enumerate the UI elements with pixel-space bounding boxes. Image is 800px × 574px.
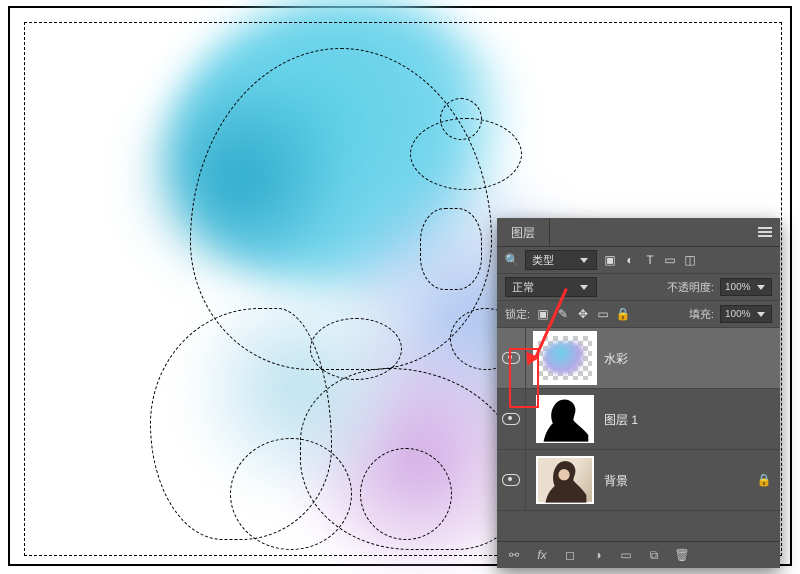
layer-row[interactable]: 图层 1 xyxy=(497,389,780,450)
lock-transparent-icon[interactable]: ▣ xyxy=(536,307,550,321)
panel-footer: ⚯ fx ◻ ◑ ▭ ⧉ 🗑 xyxy=(497,541,780,568)
tab-layers[interactable]: 图层 xyxy=(497,218,550,246)
panel-menu-icon[interactable] xyxy=(758,227,772,237)
opacity-input[interactable]: 100% xyxy=(720,278,772,296)
layer-thumbnail[interactable] xyxy=(536,395,594,443)
delete-layer-icon[interactable]: 🗑 xyxy=(675,548,689,562)
type-filter-icon[interactable]: T xyxy=(643,253,657,267)
selection-outline xyxy=(420,208,482,290)
document-frame: 图层 🔍 类型 ▣ ◐ T ▭ ◫ 正常 不透明度: 100% xyxy=(8,6,792,566)
fill-label: 填充: xyxy=(689,306,714,322)
selection-outline xyxy=(310,318,402,380)
lock-label: 锁定: xyxy=(505,306,530,322)
new-layer-icon[interactable]: ⧉ xyxy=(647,548,661,562)
filter-row: 🔍 类型 ▣ ◐ T ▭ ◫ xyxy=(497,247,780,274)
filter-kind-label: 类型 xyxy=(532,252,554,268)
chevron-down-icon xyxy=(757,312,765,317)
image-filter-icon[interactable]: ▣ xyxy=(603,253,617,267)
opacity-label: 不透明度: xyxy=(667,279,714,295)
lock-icon: 🔒 xyxy=(756,473,772,487)
blend-mode-value: 正常 xyxy=(512,279,534,295)
layer-thumbnail[interactable] xyxy=(536,456,594,504)
chevron-down-icon xyxy=(757,285,765,290)
lock-position-icon[interactable]: ✥ xyxy=(576,307,590,321)
layer-name[interactable]: 背景 xyxy=(604,472,756,489)
link-layers-icon[interactable]: ⚯ xyxy=(507,548,521,562)
chevron-down-icon xyxy=(580,285,588,290)
visibility-toggle[interactable] xyxy=(497,450,526,510)
search-icon: 🔍 xyxy=(505,253,519,267)
shape-filter-icon[interactable]: ▭ xyxy=(663,253,677,267)
adjustment-filter-icon[interactable]: ◐ xyxy=(623,253,637,267)
chevron-down-icon xyxy=(580,258,588,263)
eye-icon xyxy=(502,413,520,425)
lock-all-icon[interactable]: 🔒 xyxy=(616,307,630,321)
smart-filter-icon[interactable]: ◫ xyxy=(683,253,697,267)
group-icon[interactable]: ▭ xyxy=(619,548,633,562)
lock-row: 锁定: ▣ ✎ ✥ ▭ 🔒 填充: 100% xyxy=(497,301,780,328)
blend-row: 正常 不透明度: 100% xyxy=(497,274,780,301)
layer-name[interactable]: 水彩 xyxy=(604,350,780,367)
panel-tabbar: 图层 xyxy=(497,218,780,247)
fill-value: 100% xyxy=(725,309,751,320)
lock-artboard-icon[interactable]: ▭ xyxy=(596,307,610,321)
selection-outline xyxy=(440,98,482,140)
layer-list: 水彩 图层 1 背景 🔒 xyxy=(497,328,780,511)
filter-kind-select[interactable]: 类型 xyxy=(525,250,597,270)
adjustment-layer-icon[interactable]: ◑ xyxy=(591,548,605,562)
fill-input[interactable]: 100% xyxy=(720,305,772,323)
opacity-value: 100% xyxy=(725,282,751,293)
layer-thumbnail[interactable] xyxy=(536,334,594,382)
blend-mode-select[interactable]: 正常 xyxy=(505,277,597,297)
eye-icon xyxy=(502,474,520,486)
layer-row[interactable]: 水彩 xyxy=(497,328,780,389)
layer-mask-icon[interactable]: ◻ xyxy=(563,548,577,562)
annotation-highlight-box xyxy=(509,348,539,408)
layers-panel: 图层 🔍 类型 ▣ ◐ T ▭ ◫ 正常 不透明度: 100% xyxy=(497,218,780,568)
selection-outline xyxy=(360,448,452,540)
selection-outline xyxy=(230,438,352,550)
layer-name[interactable]: 图层 1 xyxy=(604,411,780,428)
layer-row[interactable]: 背景 🔒 xyxy=(497,450,780,511)
layer-fx-icon[interactable]: fx xyxy=(535,548,549,562)
